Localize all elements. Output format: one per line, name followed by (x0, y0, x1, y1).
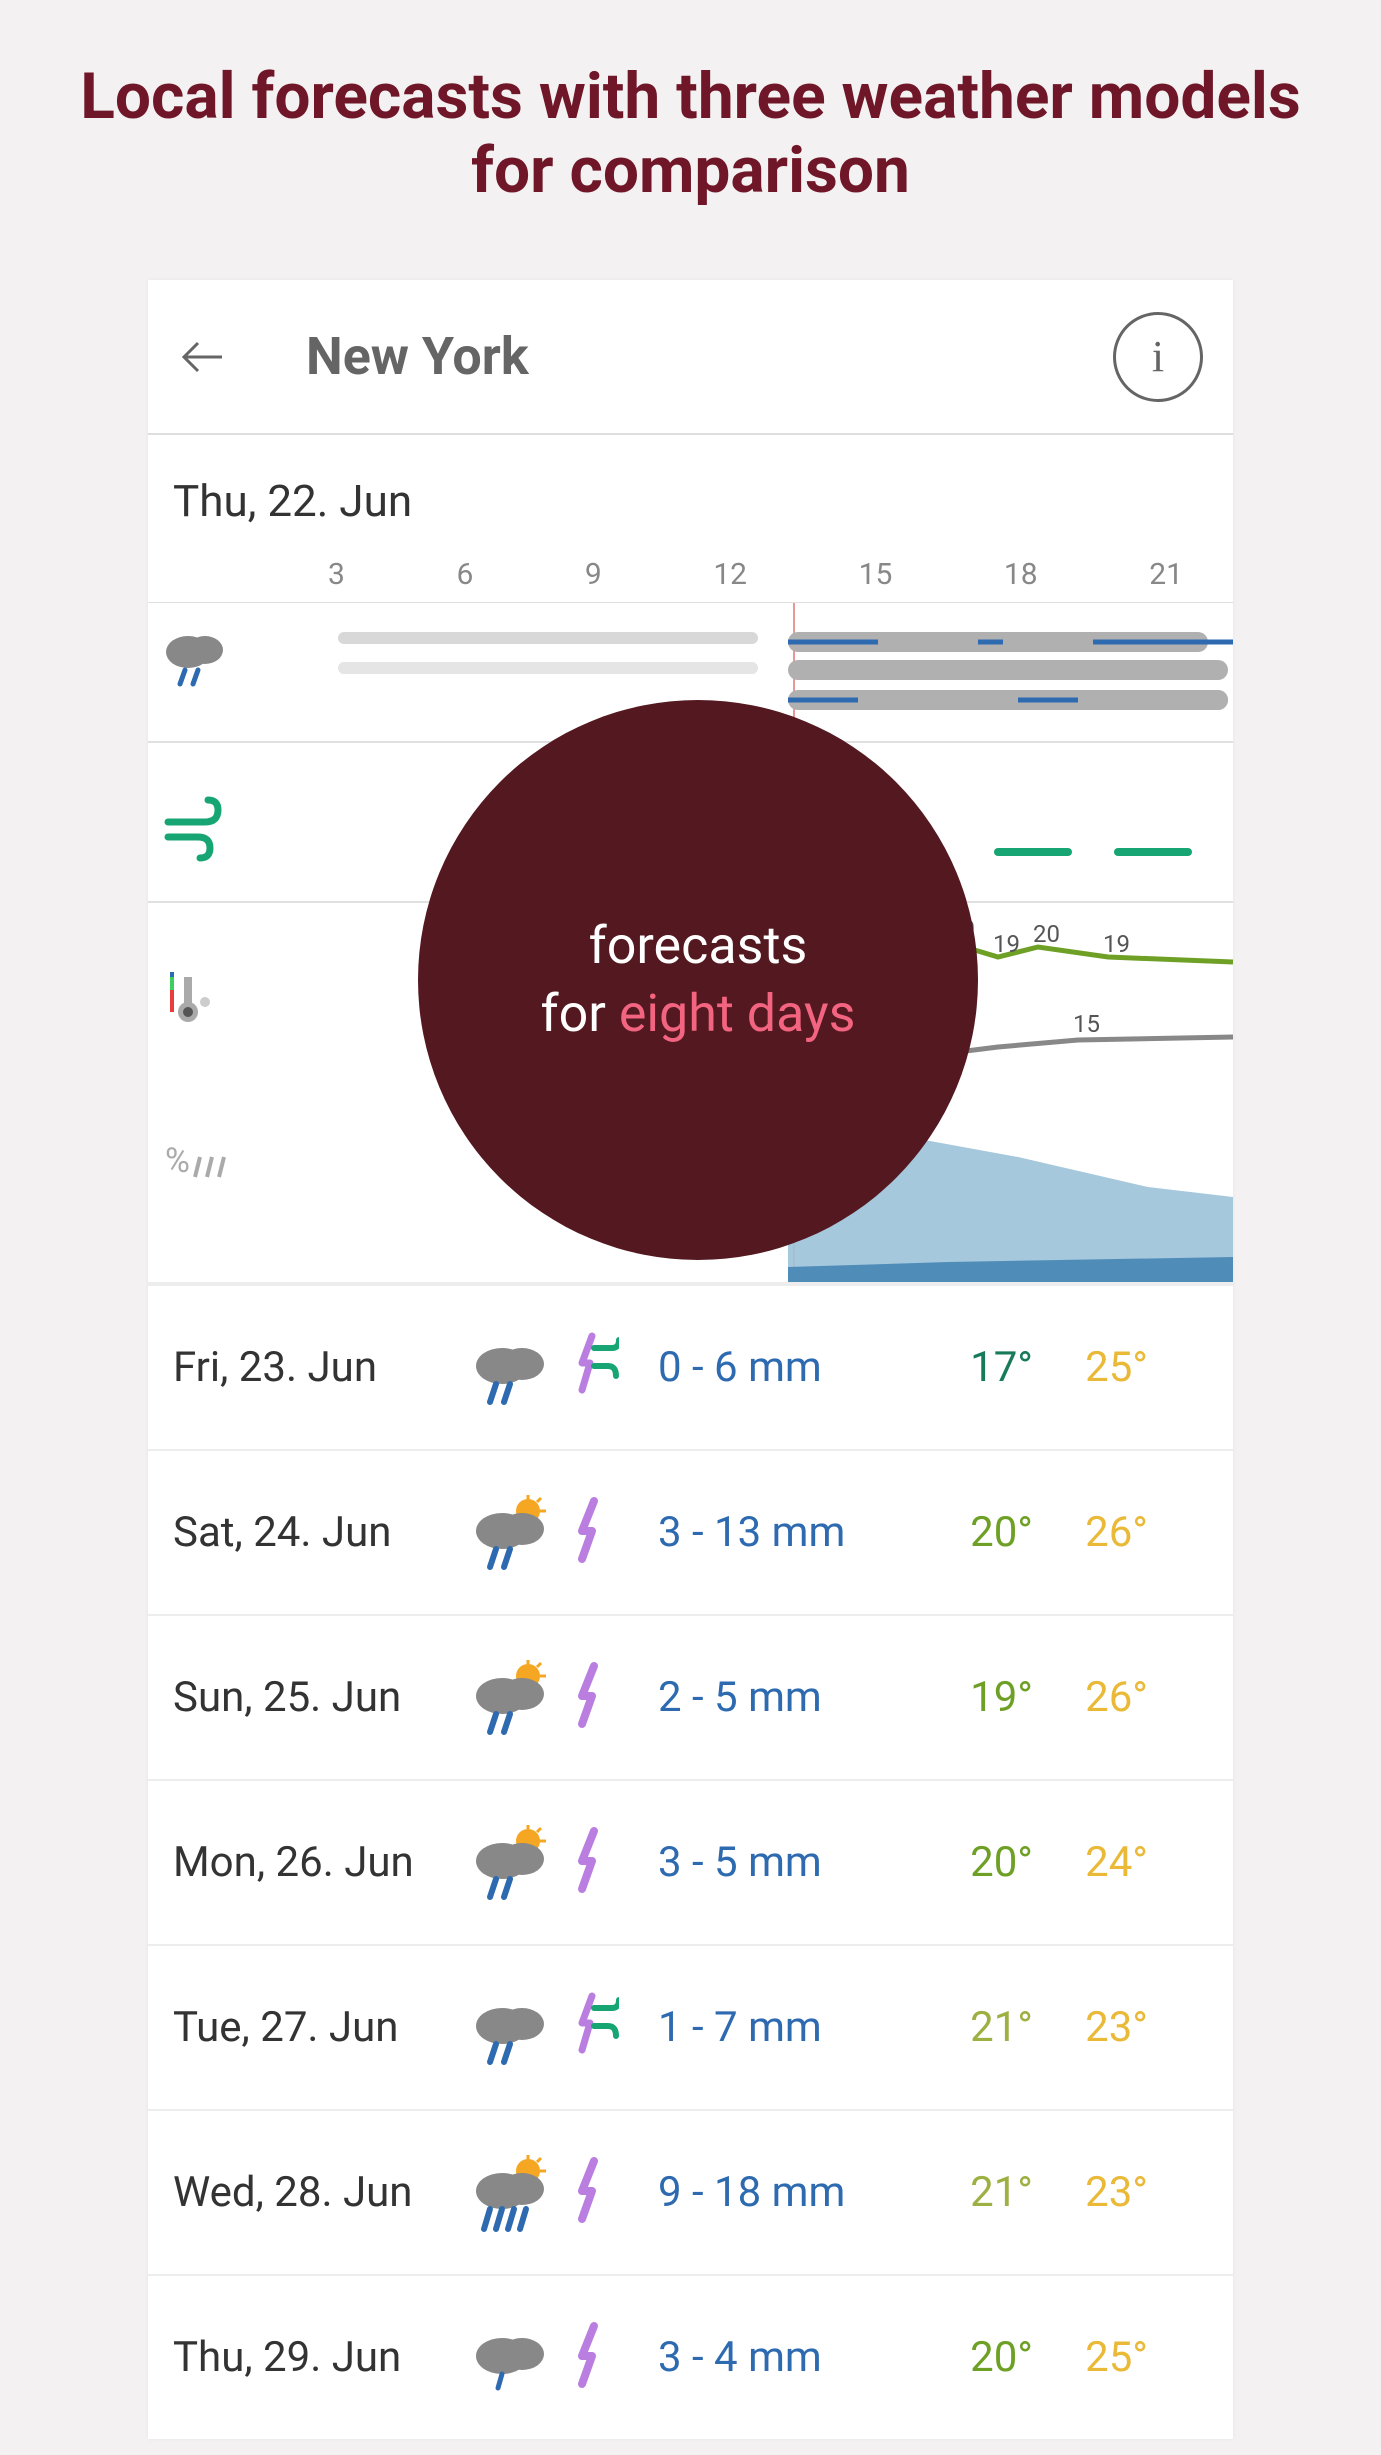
forecast-precip: 3 - 13 mm (658, 1508, 908, 1557)
promo-badge-line1: forecasts (589, 912, 808, 980)
forecast-date: Wed, 28. Jun (173, 2168, 453, 2217)
forecast-temp-low: 20° (923, 1508, 1033, 1557)
forecast-date: Sun, 25. Jun (173, 1673, 453, 1722)
info-icon: i (1152, 331, 1164, 382)
hour-tick: 15 (859, 557, 893, 592)
forecast-row[interactable]: Fri, 23. Jun 0 - 6 mm 17° 25° (148, 1284, 1233, 1449)
forecast-temp-high: 26° (1048, 1673, 1148, 1722)
app-header: New York i (148, 280, 1233, 435)
forecast-precip: 2 - 5 mm (658, 1673, 908, 1722)
forecast-date: Tue, 27. Jun (173, 2003, 453, 2052)
forecast-row[interactable]: Mon, 26. Jun 3 - 5 mm 20° 24° (148, 1779, 1233, 1944)
info-button[interactable]: i (1113, 312, 1203, 402)
hour-tick: 9 (585, 557, 602, 592)
forecast-row[interactable]: Sat, 24. Jun 3 - 13 mm 20° 26° (148, 1449, 1233, 1614)
storm-wind-icon (564, 1328, 619, 1408)
today-date-label: Thu, 22. Jun (148, 475, 1233, 527)
hour-tick: 6 (456, 557, 473, 592)
app-window: New York i Thu, 22. Jun 3 6 9 12 15 18 2… (148, 280, 1233, 2439)
lightning-icon (564, 2153, 619, 2233)
hour-scale: 3 6 9 12 15 18 21 (148, 527, 1233, 602)
svg-text:19: 19 (993, 930, 1020, 958)
forecast-icons (468, 1823, 643, 1903)
forecast-date: Mon, 26. Jun (173, 1838, 453, 1887)
forecast-temp-low: 20° (923, 1838, 1033, 1887)
cloud-icon (468, 1823, 558, 1903)
forecast-temp-low: 21° (923, 2168, 1033, 2217)
forecast-list: Fri, 23. Jun 0 - 6 mm 17° 25° Sat, 24. Jun … (148, 1284, 1233, 2439)
forecast-temp-low: 19° (923, 1673, 1033, 1722)
lightning-icon (564, 2318, 619, 2398)
hour-tick: 12 (713, 557, 747, 592)
svg-text:19: 19 (1103, 930, 1130, 958)
svg-text:20: 20 (1033, 920, 1060, 948)
forecast-row[interactable]: Wed, 28. Jun 9 - 18 mm 21° 23° (148, 2109, 1233, 2274)
forecast-date: Fri, 23. Jun (173, 1343, 453, 1392)
hour-tick: 21 (1149, 557, 1183, 592)
forecast-row[interactable]: Tue, 27. Jun 1 - 7 mm 21° 23° (148, 1944, 1233, 2109)
cloud-icon (468, 1988, 558, 2068)
forecast-temp-low: 17° (923, 1343, 1033, 1392)
cloud-icon (468, 1493, 558, 1573)
forecast-temp-high: 23° (1048, 2003, 1148, 2052)
hour-tick: 18 (1004, 557, 1038, 592)
forecast-temp-high: 23° (1048, 2168, 1148, 2217)
lightning-icon (564, 1823, 619, 1903)
lightning-icon (564, 1658, 619, 1738)
forecast-precip: 0 - 6 mm (658, 1343, 908, 1392)
forecast-temp-high: 25° (1048, 2333, 1148, 2382)
forecast-icons (468, 1493, 643, 1573)
city-title: New York (306, 326, 1033, 387)
forecast-temp-low: 20° (923, 2333, 1033, 2382)
forecast-temp-low: 21° (923, 2003, 1033, 2052)
forecast-precip: 1 - 7 mm (658, 2003, 908, 2052)
forecast-precip: 9 - 18 mm (658, 2168, 908, 2217)
forecast-icons (468, 2318, 643, 2398)
promo-headline: Local forecasts with three weather model… (0, 0, 1381, 247)
hour-tick: 3 (328, 557, 345, 592)
forecast-icons (468, 1658, 643, 1738)
promo-badge: forecasts for eight days (418, 700, 978, 1260)
forecast-precip: 3 - 5 mm (658, 1838, 908, 1887)
forecast-date: Thu, 29. Jun (173, 2333, 453, 2382)
cloud-icon (468, 1658, 558, 1738)
svg-text:15: 15 (1073, 1010, 1100, 1038)
promo-badge-line2: for eight days (541, 980, 856, 1048)
lightning-icon (564, 1493, 619, 1573)
forecast-temp-high: 24° (1048, 1838, 1148, 1887)
back-arrow-button[interactable] (178, 333, 226, 381)
cloud-icon (468, 2153, 558, 2233)
storm-wind-icon (564, 1988, 619, 2068)
cloud-icon (468, 2318, 558, 2398)
forecast-icons (468, 1988, 643, 2068)
forecast-row[interactable]: Thu, 29. Jun 3 - 4 mm 20° 25° (148, 2274, 1233, 2439)
forecast-icons (468, 1328, 643, 1408)
arrow-left-icon (178, 333, 226, 381)
forecast-row[interactable]: Sun, 25. Jun 2 - 5 mm 19° 26° (148, 1614, 1233, 1779)
forecast-precip: 3 - 4 mm (658, 2333, 908, 2382)
forecast-icons (468, 2153, 643, 2233)
forecast-temp-high: 26° (1048, 1508, 1148, 1557)
forecast-temp-high: 25° (1048, 1343, 1148, 1392)
forecast-date: Sat, 24. Jun (173, 1508, 453, 1557)
cloud-icon (468, 1328, 558, 1408)
